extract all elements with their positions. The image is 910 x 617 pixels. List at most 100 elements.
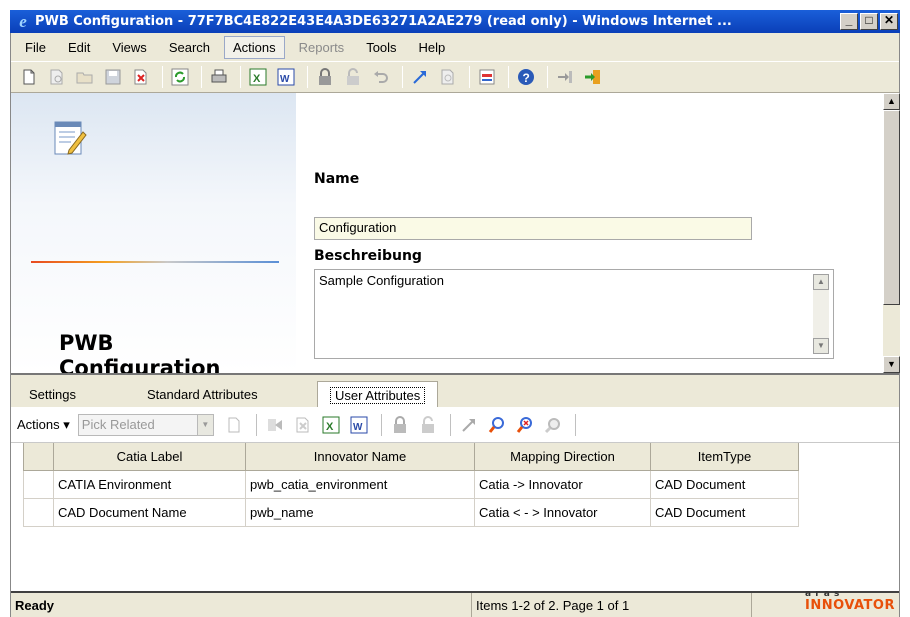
minimize-button[interactable]: _ <box>840 13 858 30</box>
cell-itemtype[interactable]: CAD Document <box>650 469 799 499</box>
export-excel-icon[interactable]: X <box>319 413 343 437</box>
save-icon[interactable] <box>101 65 125 89</box>
print-icon[interactable] <box>207 65 231 89</box>
promote-icon[interactable] <box>408 65 432 89</box>
tab-label: User Attributes <box>330 387 426 404</box>
main-toolbar: X W ? <box>11 61 899 93</box>
name-field[interactable]: Configuration <box>314 217 752 240</box>
svg-text:W: W <box>353 422 363 433</box>
print-preview-icon[interactable] <box>45 65 69 89</box>
pick-related-select[interactable]: Pick Related ▼ <box>77 413 214 436</box>
item-form: PWB Configuration Name Configuration Bes… <box>11 93 883 380</box>
export-word-icon[interactable]: W <box>347 413 371 437</box>
menu-search[interactable]: Search <box>161 37 218 58</box>
scroll-down-icon[interactable]: ▼ <box>883 356 900 373</box>
toolbar-separator <box>255 413 257 436</box>
unlock-icon[interactable] <box>341 65 365 89</box>
close-button[interactable]: ✕ <box>880 13 898 30</box>
menu-edit[interactable]: Edit <box>60 37 98 58</box>
exit-icon[interactable] <box>581 65 605 89</box>
cell-mapping-direction[interactable]: Catia < - > Innovator <box>474 497 651 527</box>
row-selector[interactable] <box>23 469 54 499</box>
help-icon[interactable]: ? <box>514 65 538 89</box>
delete-relationship-icon[interactable] <box>291 413 315 437</box>
tab-user-attributes[interactable]: User Attributes <box>317 381 439 409</box>
unlock-icon[interactable] <box>416 413 440 437</box>
delete-icon[interactable] <box>129 65 153 89</box>
toolbar-separator <box>162 66 163 88</box>
toolbar-separator <box>402 66 403 88</box>
cell-itemtype[interactable]: CAD Document <box>650 497 799 527</box>
description-field[interactable]: Sample Configuration ▲ ▼ <box>314 269 834 359</box>
menu-help[interactable]: Help <box>411 37 454 58</box>
scrollbar-thumb[interactable] <box>883 110 900 305</box>
scroll-up-icon[interactable]: ▲ <box>883 93 900 110</box>
lock-icon[interactable] <box>313 65 337 89</box>
relationship-toolbar: Actions ▾ Pick Related ▼ X W <box>11 407 899 443</box>
structure-browser-icon[interactable] <box>475 65 499 89</box>
tab-standard-attributes[interactable]: Standard Attributes <box>135 381 270 409</box>
export-excel-icon[interactable]: X <box>246 65 270 89</box>
window-title: PWB Configuration - 77F7BC4E822E43E4A3DE… <box>35 14 732 29</box>
menu-tools[interactable]: Tools <box>358 37 404 58</box>
where-used-icon[interactable] <box>436 65 460 89</box>
description-scrollbar[interactable]: ▲ ▼ <box>813 274 829 354</box>
cell-innovator-name[interactable]: pwb_name <box>245 497 475 527</box>
toolbar-separator <box>380 413 382 436</box>
cell-innovator-name[interactable]: pwb_catia_environment <box>245 469 475 499</box>
cell-mapping-direction[interactable]: Catia -> Innovator <box>474 469 651 499</box>
table-row[interactable]: CAD Document Name pwb_name Catia < - > I… <box>23 497 799 527</box>
toolbar-separator <box>201 66 202 88</box>
table-header-row: Catia Label Innovator Name Mapping Direc… <box>23 443 799 471</box>
row-selector-header <box>23 443 54 471</box>
tab-settings[interactable]: Settings <box>17 381 88 409</box>
menu-file[interactable]: File <box>17 37 54 58</box>
export-word-icon[interactable]: W <box>274 65 298 89</box>
open-folder-icon[interactable] <box>73 65 97 89</box>
menu-views[interactable]: Views <box>104 37 154 58</box>
dock-icon[interactable] <box>553 65 577 89</box>
menu-actions[interactable]: Actions <box>224 35 285 59</box>
toolbar-separator <box>508 66 509 88</box>
lock-icon[interactable] <box>388 413 412 437</box>
scroll-down-icon[interactable]: ▼ <box>813 338 829 354</box>
cell-catia-label[interactable]: CAD Document Name <box>53 497 246 527</box>
brand-area: a r a s INNOVATOR <box>752 589 899 617</box>
actions-dropdown[interactable]: Actions ▾ <box>17 417 70 433</box>
stop-search-icon[interactable] <box>541 413 565 437</box>
row-selector[interactable] <box>23 497 54 527</box>
menu-bar: File Edit Views Search Actions Reports T… <box>11 33 899 61</box>
new-document-icon[interactable] <box>17 65 41 89</box>
item-header-panel: PWB Configuration <box>11 93 296 380</box>
column-header-innovator-name[interactable]: Innovator Name <box>245 443 475 471</box>
form-document-icon <box>53 118 87 158</box>
pick-related-value: Pick Related <box>81 417 155 432</box>
promote-icon[interactable] <box>457 413 481 437</box>
svg-text:X: X <box>326 421 334 433</box>
status-bar: Ready Items 1-2 of 2. Page 1 of 1 a r a … <box>11 589 899 617</box>
maximize-button[interactable]: □ <box>860 13 878 30</box>
relationship-tabs: Settings Standard Attributes User Attrib… <box>11 373 899 409</box>
new-relationship-icon[interactable] <box>222 413 246 437</box>
table-row[interactable]: CATIA Environment pwb_catia_environment … <box>23 469 799 499</box>
column-header-mapping-direction[interactable]: Mapping Direction <box>474 443 651 471</box>
aras-innovator-logo: a r a s INNOVATOR <box>805 589 895 613</box>
refresh-icon[interactable] <box>168 65 192 89</box>
form-scrollbar[interactable]: ▲ ▼ <box>883 93 900 373</box>
status-text: Ready <box>11 593 472 617</box>
column-header-itemtype[interactable]: ItemType <box>650 443 799 471</box>
undo-icon[interactable] <box>369 65 393 89</box>
menu-reports[interactable]: Reports <box>291 37 353 58</box>
description-label: Beschreibung <box>314 248 422 264</box>
scroll-up-icon[interactable]: ▲ <box>813 274 829 290</box>
search-icon[interactable] <box>485 413 509 437</box>
clear-search-icon[interactable] <box>513 413 537 437</box>
brand-top-text: a r a s <box>805 588 840 599</box>
pick-item-icon[interactable] <box>263 413 287 437</box>
toolbar-separator <box>574 413 576 436</box>
svg-text:W: W <box>280 74 290 85</box>
chevron-down-icon[interactable]: ▼ <box>196 414 213 435</box>
column-header-catia-label[interactable]: Catia Label <box>53 443 246 471</box>
attributes-table: Catia Label Innovator Name Mapping Direc… <box>23 443 799 527</box>
cell-catia-label[interactable]: CATIA Environment <box>53 469 246 499</box>
